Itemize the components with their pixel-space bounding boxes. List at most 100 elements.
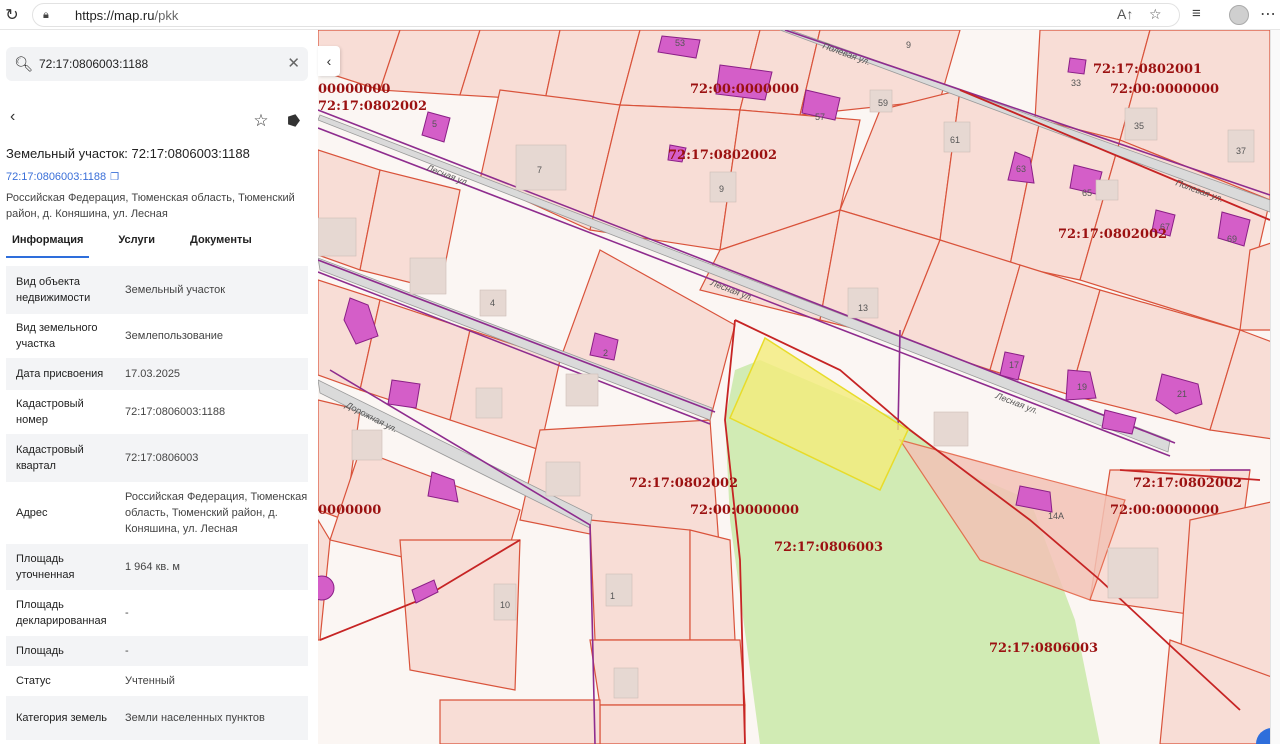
- property-value: Российская Федерация, Тюменская область,…: [125, 491, 308, 535]
- tab-bar: Информация Услуги Документы: [6, 232, 312, 258]
- tab-services[interactable]: Услуги: [112, 232, 161, 258]
- property-row: Дата присвоения 17.03.2025: [6, 358, 308, 390]
- property-value: Землепользование: [125, 330, 224, 342]
- browser-toolbar: ↻ 🔒︎ https://map.ru/pkk A↑ ☆ ≡ ⋯: [0, 0, 1280, 30]
- property-row: Вид объекта недвижимости Земельный участ…: [6, 266, 308, 314]
- property-row: Кадастровый номер 72:17:0806003:1188: [6, 390, 308, 434]
- quarter-label: 72:00:0000000: [1110, 503, 1219, 518]
- favorite-star-icon[interactable]: ☆: [1149, 6, 1162, 23]
- house-number: 9: [719, 184, 724, 194]
- house-number: 33: [1071, 78, 1081, 88]
- property-key: Площадь уточненная: [16, 553, 75, 581]
- profile-avatar[interactable]: [1229, 5, 1249, 25]
- house-number: 37: [1236, 146, 1246, 156]
- property-value: Земли населенных пунктов: [125, 712, 265, 724]
- property-key: Площадь декларированная: [16, 599, 107, 627]
- house-number: 9: [906, 40, 911, 50]
- property-value: Земельный участок: [125, 284, 226, 296]
- quarter-label: 72:00:0000000: [690, 82, 799, 97]
- house-number: 7: [537, 165, 542, 175]
- house-number: 2: [603, 348, 608, 358]
- quarter-label: 72:17:0806003: [989, 641, 1098, 656]
- house-number: 4: [490, 298, 495, 308]
- house-number: 35: [1134, 121, 1144, 131]
- info-panel: 🔍︎ 72:17:0806003:1188 ✕ ‹ ☆ ⭓ Земельный …: [0, 30, 318, 744]
- object-title: Земельный участок: 72:17:0806003:1188: [6, 146, 250, 161]
- property-key: Кадастровый квартал: [16, 444, 84, 472]
- cadastral-link[interactable]: 72:17:0806003:1188 ❐: [6, 171, 119, 183]
- quarter-label: 72:17:0802002: [629, 476, 738, 491]
- url-text: https://map.ru/pkk: [75, 7, 179, 23]
- house-number: 10: [500, 600, 510, 610]
- house-number: 5: [432, 119, 437, 129]
- property-value: -: [125, 607, 129, 619]
- property-value: 1 964 кв. м: [125, 561, 180, 573]
- property-row: Площадь уточненная 1 964 кв. м: [6, 544, 308, 590]
- quarter-label: 72:17:0802002: [1133, 476, 1242, 491]
- property-value: 17.03.2025: [125, 368, 181, 380]
- quarter-label: 00000000: [318, 82, 390, 97]
- house-number: 59: [878, 98, 888, 108]
- property-key: Адрес: [16, 507, 48, 519]
- search-input[interactable]: 72:17:0806003:1188: [39, 57, 148, 71]
- back-button[interactable]: ‹: [10, 108, 15, 126]
- quarter-label: 72:17:0802002: [668, 148, 777, 163]
- house-number: 17: [1009, 360, 1019, 370]
- property-row: Площадь декларированная -: [6, 590, 308, 636]
- house-number: 53: [675, 38, 685, 48]
- property-value: 72:17:0806003: [125, 452, 199, 464]
- address-bar[interactable]: 🔒︎ https://map.ru/pkk A↑ ☆: [32, 3, 1180, 27]
- copy-icon[interactable]: ❐: [110, 172, 119, 183]
- quarter-label: 72:00:0000000: [1110, 82, 1219, 97]
- house-number: 1: [610, 591, 615, 601]
- property-row: Статус Учтенный: [6, 666, 308, 696]
- cadastral-map[interactable]: 53 9 33 35 37 5 7 9 59 57 61 63 65 67 69…: [318, 30, 1280, 744]
- property-key: Кадастровый номер: [16, 398, 84, 426]
- property-key: Категория земель: [16, 712, 107, 724]
- house-number: 19: [1077, 382, 1087, 392]
- quarter-label: 72:17:0802001: [1093, 62, 1202, 77]
- tab-documents[interactable]: Документы: [184, 232, 258, 258]
- house-number: 57: [815, 112, 825, 122]
- property-row: Категория земель Земли населенных пункто…: [6, 696, 308, 740]
- favorite-button[interactable]: ☆: [248, 108, 274, 134]
- clear-icon[interactable]: ✕: [287, 54, 300, 72]
- search-box[interactable]: 🔍︎ 72:17:0806003:1188 ✕: [6, 47, 308, 81]
- house-number: 13: [858, 303, 868, 313]
- property-value: 72:17:0806003:1188: [125, 406, 226, 418]
- property-key: Вид объекта недвижимости: [16, 276, 91, 304]
- side-toolbar: [1270, 30, 1280, 744]
- house-number: 21: [1177, 389, 1187, 399]
- map-canvas: 53 9 33 35 37 5 7 9 59 57 61 63 65 67 69…: [318, 30, 1280, 744]
- property-key: Вид земельного участка: [16, 322, 98, 350]
- quarter-label: 0000000: [318, 503, 381, 518]
- property-value: -: [125, 645, 129, 657]
- quarter-label: 72:17:0802002: [318, 99, 427, 114]
- house-number: 61: [950, 135, 960, 145]
- more-menu-icon[interactable]: ⋯: [1260, 4, 1276, 24]
- object-address: Российская Федерация, Тюменская область,…: [6, 192, 295, 220]
- property-row: Кадастровый квартал 72:17:0806003: [6, 434, 308, 482]
- property-row: Адрес Российская Федерация, Тюменская об…: [6, 482, 308, 544]
- search-icon: 🔍︎: [14, 56, 34, 73]
- favorites-icon[interactable]: ≡: [1192, 5, 1201, 22]
- quarter-label: 72:00:0000000: [690, 503, 799, 518]
- property-value: Учтенный: [125, 675, 175, 687]
- house-number: 14А: [1048, 511, 1064, 521]
- tab-info[interactable]: Информация: [6, 232, 90, 258]
- collapse-panel-button[interactable]: ‹: [318, 46, 340, 76]
- quarter-label: 72:17:0806003: [774, 540, 883, 555]
- property-row: Площадь -: [6, 636, 308, 666]
- reload-icon[interactable]: ↻: [2, 5, 22, 25]
- properties-table: Вид объекта недвижимости Земельный участ…: [6, 266, 308, 740]
- house-number: 69: [1227, 234, 1237, 244]
- property-key: Статус: [16, 675, 51, 687]
- property-key: Дата присвоения: [16, 368, 104, 380]
- read-aloud-icon[interactable]: A↑: [1117, 6, 1133, 22]
- property-row: Вид земельного участка Землепользование: [6, 314, 308, 358]
- quarter-label: 72:17:0802002: [1058, 227, 1167, 242]
- property-key: Площадь: [16, 645, 64, 657]
- share-button[interactable]: ⭓: [281, 108, 307, 134]
- site-info-icon[interactable]: 🔒︎: [43, 9, 63, 22]
- house-number: 63: [1016, 164, 1026, 174]
